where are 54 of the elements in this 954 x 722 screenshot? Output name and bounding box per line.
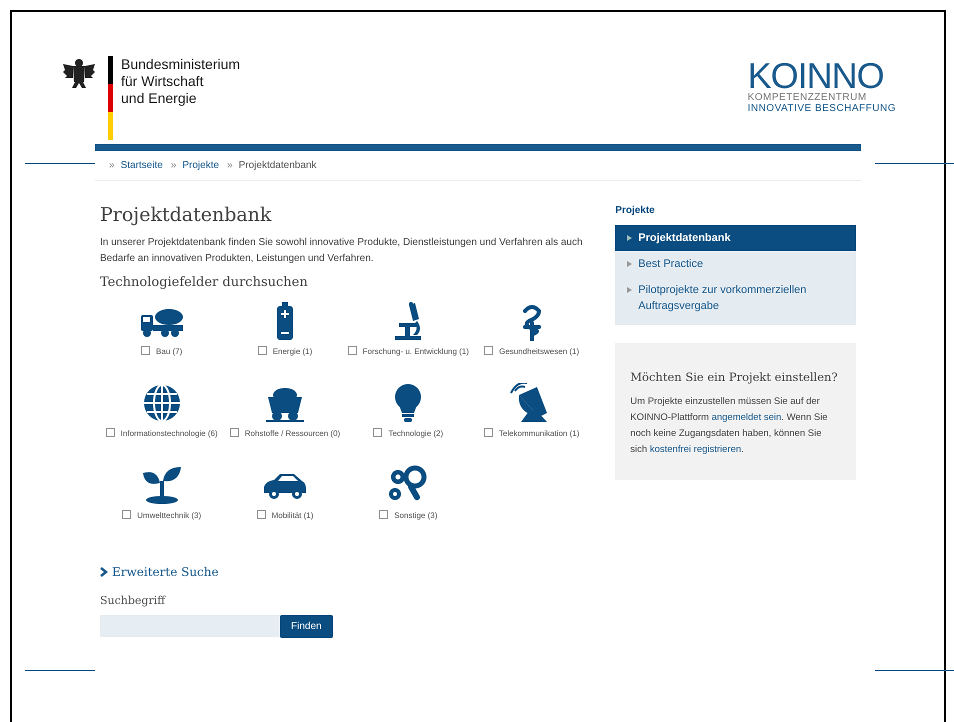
section-title: Technologiefelder durchsuchen — [100, 274, 309, 292]
flag-stripe-icon — [108, 56, 113, 140]
ministry-name-line: und Energie — [121, 90, 198, 107]
logo-wordmark: KOINNO — [748, 60, 884, 92]
bullet-icon — [627, 261, 632, 267]
checkbox[interactable] — [256, 510, 266, 518]
field-label: Technologie (2) — [388, 428, 444, 440]
field-label: Bau (7) — [156, 346, 182, 358]
bullet-icon — [627, 287, 632, 293]
intro-text: In unserer Projektdatenbank finden Sie sowohl innovative Produkte, Dienstleistungen und Verfahren als auch Bedarfe an innovativen Produkten, Leistungen und Verfahren. — [100, 236, 584, 266]
breadcrumb-current: Projektdatenbank — [238, 159, 316, 173]
checkbox[interactable] — [373, 428, 382, 436]
field-label: Umwelttechnik (3) — [137, 510, 202, 522]
field-label: Sonstige (3) — [394, 510, 438, 522]
sidebar-item[interactable]: Best Practice — [615, 251, 856, 277]
checkbox[interactable] — [106, 428, 115, 436]
chevron-icon — [100, 566, 108, 576]
ministry-name-line: Bundesministerium — [121, 56, 240, 73]
checkbox[interactable] — [122, 510, 132, 518]
info-title: Möchten Sie ein Projekt einstellen? — [630, 369, 839, 386]
checkbox[interactable] — [348, 346, 357, 354]
field-label: Forschung- u. Entwicklung (1) — [362, 346, 469, 358]
info-text: Um Projekte einzustellen müssen Sie auf der KOINNO-Plattform angemeldet sein. Wenn Sie noch keine Zugangsdaten haben, können Sie sich kostenfrei registrieren. — [630, 395, 829, 458]
page-title: Projektdatenbank — [100, 203, 272, 227]
checkbox[interactable] — [230, 428, 239, 436]
sidebar-item[interactable]: Projektdatenbank — [615, 225, 856, 251]
checkbox[interactable] — [379, 510, 388, 518]
info-link[interactable]: kostenfrei registrieren — [650, 444, 742, 456]
checkbox[interactable] — [258, 346, 267, 354]
logo-tagline: KOMPETENZZENTRUM — [748, 92, 867, 103]
advanced-search-toggle[interactable]: Erweiterte Suche — [100, 562, 594, 580]
breadcrumb-separator: » — [227, 159, 233, 173]
sidebar-title: Projekte — [615, 204, 656, 218]
checkbox[interactable] — [141, 346, 150, 354]
bullet-icon — [627, 235, 632, 241]
info-link[interactable]: angemeldet sein — [712, 412, 782, 424]
checkbox[interactable] — [484, 428, 493, 436]
field-label: Gesundheitswesen (1) — [499, 346, 580, 358]
search-field[interactable] — [100, 615, 280, 637]
find-button[interactable]: Finden — [280, 615, 333, 638]
breadcrumb-link[interactable]: Projekte — [182, 158, 220, 173]
field-label: Energie (1) — [272, 346, 312, 358]
breadcrumb-link[interactable]: Startseite — [120, 158, 163, 173]
breadcrumb-separator: » — [109, 159, 115, 173]
logo-tagline: INNOVATIVE BESCHAFFUNG — [748, 103, 896, 114]
field-label: Informationstechnologie (6) — [120, 428, 218, 440]
field-label: Telekommunikation (1) — [498, 428, 580, 440]
ministry-name-line: für Wirtschaft — [121, 73, 204, 90]
field-label: Mobilität (1) — [272, 510, 314, 522]
search-label: Suchbegriff — [100, 592, 167, 608]
field-label: Rohstoffe / Ressourcen (0) — [244, 428, 340, 440]
breadcrumb-separator: » — [170, 159, 176, 173]
sidebar-item[interactable]: Pilotprojekte zur vorkommerziellen Auftragsvergabe — [615, 277, 856, 319]
checkbox[interactable] — [484, 346, 494, 354]
